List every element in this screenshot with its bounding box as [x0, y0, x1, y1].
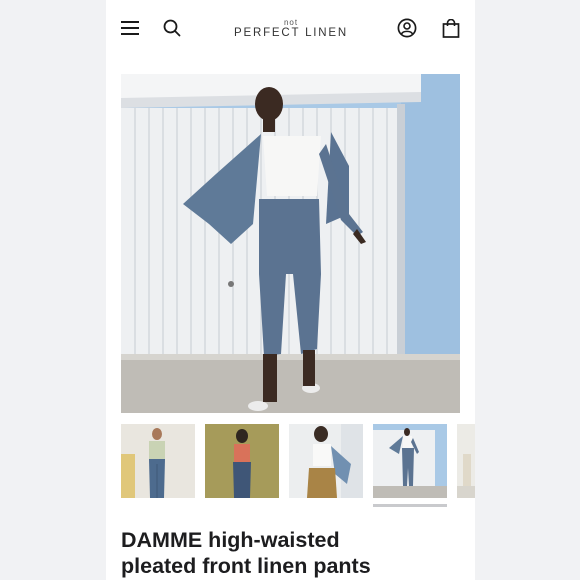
thumbnail-1-image: [121, 424, 195, 498]
product-page: not PERFECT LINEN DAMME high-waisted ple…: [106, 0, 475, 580]
brand-logo-main: PERFECT LINEN: [234, 27, 348, 39]
product-title: DAMME high-waisted pleated front linen p…: [121, 527, 461, 579]
top-navigation-bar: not PERFECT LINEN: [106, 0, 475, 60]
model-photo: [121, 74, 460, 413]
product-title-line-2: pleated front linen pants: [121, 554, 371, 578]
hamburger-menu-icon: [121, 21, 139, 35]
account-icon: [397, 18, 417, 38]
cart-button[interactable]: [440, 17, 462, 39]
image-thumbnails: [121, 424, 475, 514]
brand-logo-small: not: [283, 18, 299, 27]
thumbnail-2[interactable]: [205, 424, 279, 498]
brand-logo[interactable]: not PERFECT LINEN: [226, 18, 356, 40]
thumbnail-3[interactable]: [289, 424, 363, 498]
menu-button[interactable]: [119, 17, 141, 39]
thumbnail-4-selected[interactable]: [373, 424, 447, 498]
product-main-image[interactable]: [121, 74, 460, 413]
thumbnail-3-image: [289, 424, 363, 498]
thumbnail-5[interactable]: [457, 424, 475, 498]
thumbnail-1[interactable]: [121, 424, 195, 498]
thumbnail-2-image: [205, 424, 279, 498]
selected-thumbnail-indicator: [373, 504, 447, 507]
shopping-bag-icon: [442, 18, 460, 38]
account-button[interactable]: [396, 17, 418, 39]
thumbnail-4-image: [373, 424, 447, 498]
product-title-line-1: DAMME high-waisted: [121, 528, 340, 552]
thumbnail-5-image: [457, 424, 475, 498]
search-button[interactable]: [161, 17, 183, 39]
search-icon: [163, 19, 181, 37]
